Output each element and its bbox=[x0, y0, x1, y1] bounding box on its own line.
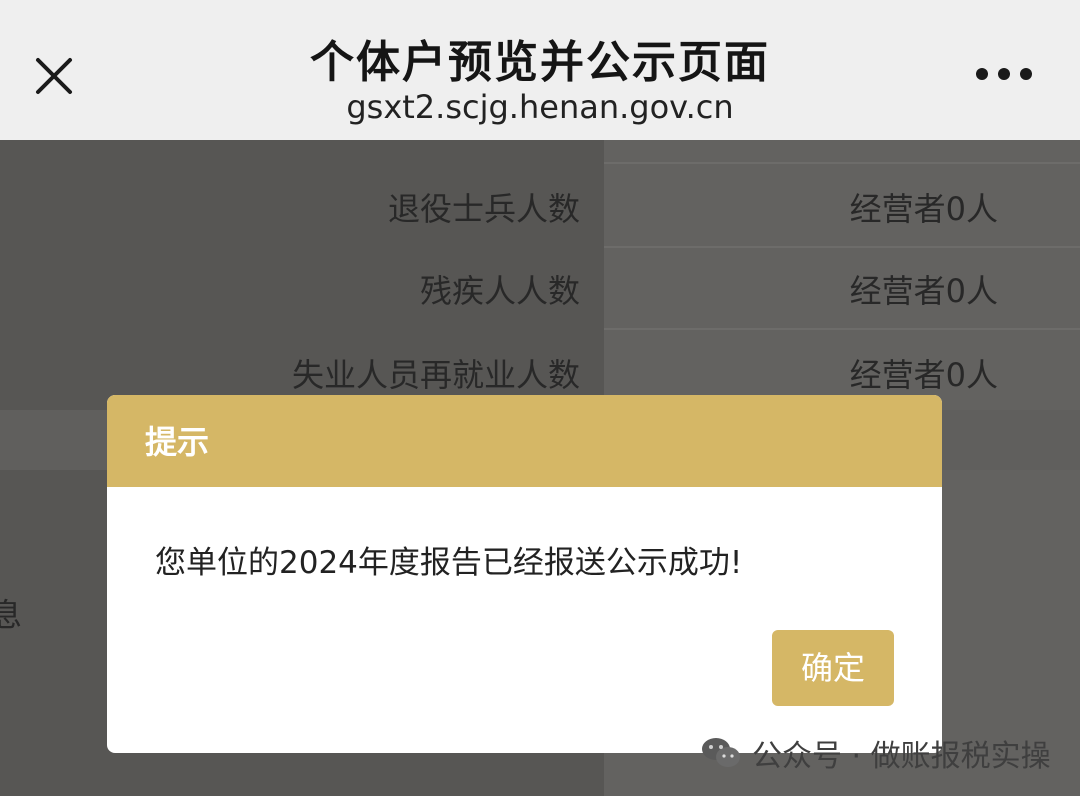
row-divider bbox=[604, 328, 1080, 330]
dialog-message: 您单位的2024年度报告已经报送公示成功! bbox=[155, 545, 743, 581]
row-value: 经营者0人 bbox=[849, 190, 998, 228]
page-url: gsxt2.scjg.henan.gov.cn bbox=[346, 88, 734, 126]
page-title: 个体户预览并公示页面 bbox=[310, 37, 770, 88]
partial-label: 息 bbox=[0, 596, 23, 634]
top-nav-bar: 个体户预览并公示页面 gsxt2.scjg.henan.gov.cn bbox=[0, 0, 1080, 140]
wechat-icon bbox=[702, 738, 740, 767]
alert-dialog: 提示 您单位的2024年度报告已经报送公示成功! 确定 bbox=[107, 395, 942, 753]
row-value: 经营者0人 bbox=[849, 356, 998, 394]
watermark-text: 公众号 · 做账报税实操 bbox=[752, 739, 1051, 774]
watermark: 公众号 · 做账报税实操 bbox=[700, 732, 1051, 774]
row-label: 退役士兵人数 bbox=[387, 190, 580, 228]
row-divider bbox=[604, 246, 1080, 248]
dialog-title: 提示 bbox=[145, 423, 210, 461]
more-button[interactable] bbox=[976, 62, 1032, 88]
more-dots-icon bbox=[976, 68, 988, 80]
row-label: 失业人员再就业人数 bbox=[291, 356, 580, 394]
row-divider bbox=[604, 162, 1080, 164]
confirm-button[interactable]: 确定 bbox=[772, 630, 894, 706]
row-value: 经营者0人 bbox=[849, 272, 998, 310]
dialog-header: 提示 bbox=[107, 395, 942, 487]
screen: 个体户预览并公示页面 gsxt2.scjg.henan.gov.cn 退役士兵人… bbox=[0, 0, 1080, 796]
row-label: 残疾人人数 bbox=[419, 272, 580, 310]
